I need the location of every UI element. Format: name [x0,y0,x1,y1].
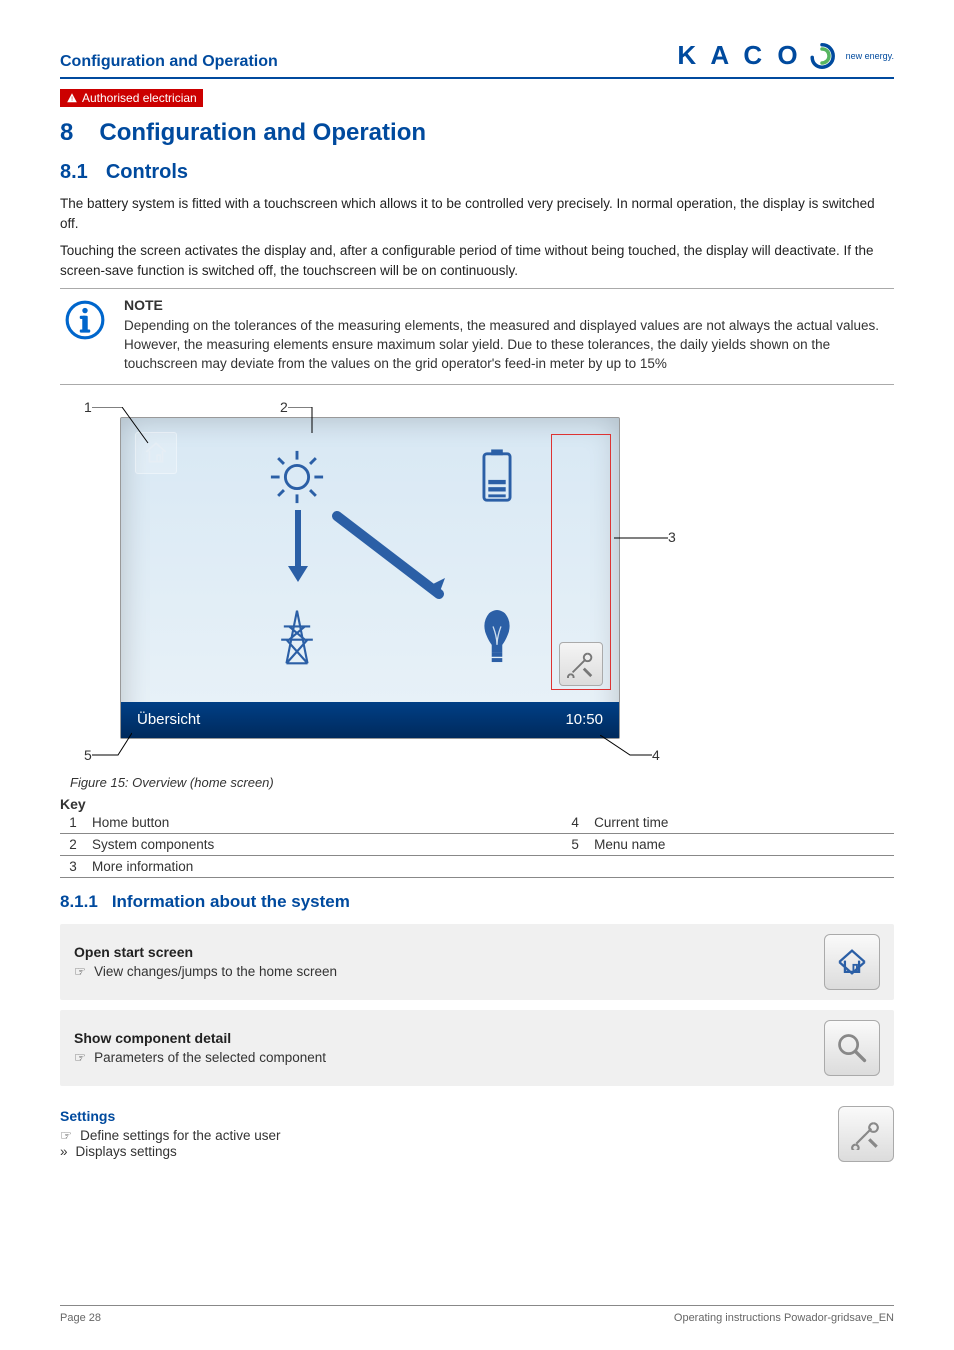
key-num: 1 [60,812,86,834]
card-line: Displays settings [76,1144,177,1159]
touchscreen-mock: Übersicht 10:50 [120,417,620,739]
home-icon [835,945,869,979]
note-text: Depending on the tolerances of the measu… [124,317,890,374]
table-row: 3 More information [60,855,894,877]
magnifier-icon [835,1031,869,1065]
component-consumer[interactable] [466,606,528,668]
section-number: 8 [60,119,73,146]
component-battery[interactable] [466,446,528,508]
warning-triangle-icon: ! [66,92,78,104]
card-title: Settings [60,1108,838,1124]
home-icon-button[interactable] [824,934,880,990]
key-num: 4 [562,812,588,834]
key-num: 5 [562,833,588,855]
subsubsection-number: 8.1.1 [60,892,98,911]
settings-icon-button[interactable] [838,1106,894,1162]
figure-caption: Figure 15: Overview (home screen) [70,775,894,790]
more-info-button[interactable] [559,642,603,686]
raquo-icon: » [60,1144,68,1159]
bulb-icon [476,608,518,666]
page-header: Configuration and Operation K A C O new … [60,40,894,79]
key-label: System components [86,833,562,855]
header-section-title: Configuration and Operation [60,53,278,71]
key-label: More information [86,855,562,877]
section-title: Configuration and Operation [99,119,426,146]
callout-4: 4 [652,747,660,763]
note-title: NOTE [124,297,890,313]
hand-icon: ☞ [74,964,86,980]
hand-icon: ☞ [74,1050,86,1066]
svg-text:!: ! [71,96,73,103]
note-box: NOTE Depending on the tolerances of the … [60,288,894,385]
screen-footer-bar: Übersicht 10:50 [121,702,619,738]
card-title: Show component detail [74,1030,824,1046]
logo-text: K A C O [677,40,801,71]
key-label: Home button [86,812,562,834]
logo-tagline: new energy. [846,51,894,61]
table-row: 1 Home button 4 Current time [60,812,894,834]
card-show-component-detail: Show component detail ☞ Parameters of the… [60,1010,894,1086]
subsubsection-heading: 8.1.1 Information about the system [60,892,894,912]
hand-icon: ☞ [60,1128,72,1144]
swirl-icon [808,42,836,70]
card-title: Open start screen [74,944,824,960]
footer-page-number: Page 28 [60,1312,101,1324]
subsection-number: 8.1 [60,161,88,183]
card-settings: Settings ☞ Define settings for the active… [60,1096,894,1172]
key-label: Current time [588,812,894,834]
battery-icon [472,448,522,506]
tools-icon [567,650,595,678]
component-grid[interactable] [266,606,328,668]
callout-3: 3 [668,529,676,545]
pylon-icon [270,608,324,666]
magnifier-icon-button[interactable] [824,1020,880,1076]
subsection-title: Controls [106,161,188,183]
callout-5: 5 [84,747,92,763]
card-line: Parameters of the selected component [94,1050,326,1065]
card-open-start-screen: Open start screen ☞ View changes/jumps to… [60,924,894,1000]
current-time: 10:50 [565,711,603,728]
footer-doc-title: Operating instructions Powador-gridsave_… [674,1312,894,1324]
overview-figure: Übersicht 10:50 1 2 3 4 5 [80,399,700,769]
component-sun[interactable] [266,446,328,508]
card-line: View changes/jumps to the home screen [94,964,337,979]
subsection-heading: 8.1 Controls [60,161,894,184]
card-line: Define settings for the active user [80,1128,280,1143]
callout-1: 1 [84,399,92,415]
tools-icon [850,1118,882,1150]
key-title: Key [60,796,894,812]
table-row: 2 System components 5 Menu name [60,833,894,855]
intro-paragraph-2: Touching the screen activates the displa… [60,241,894,280]
key-table: 1 Home button 4 Current time 2 System co… [60,812,894,878]
subsubsection-title: Information about the system [112,892,350,911]
page-footer: Page 28 Operating instructions Powador-g… [60,1305,894,1324]
key-label: Menu name [588,833,894,855]
authorised-electrician-badge: ! Authorised electrician [60,89,203,107]
flow-arrow-diagonal [329,508,459,608]
badge-label: Authorised electrician [82,91,197,105]
menu-name: Übersicht [137,711,200,728]
info-icon [64,299,106,341]
key-num: 2 [60,833,86,855]
key-num: 3 [60,855,86,877]
intro-paragraph-1: The battery system is fitted with a touc… [60,194,894,233]
section-heading: 8 Configuration and Operation [60,119,894,147]
brand-logo: K A C O new energy. [677,40,894,71]
callout-2: 2 [280,399,288,415]
sun-icon [268,448,326,506]
